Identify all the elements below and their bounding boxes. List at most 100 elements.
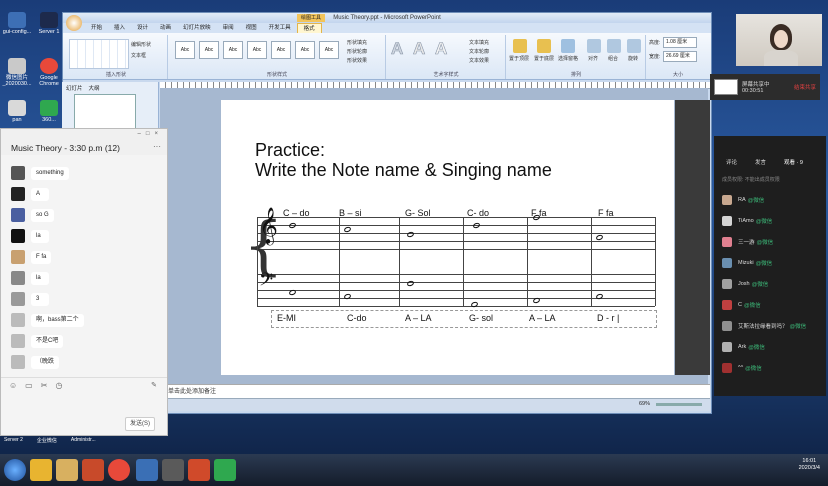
chat-input[interactable] (7, 393, 163, 417)
wordart-style-3[interactable]: A (435, 39, 448, 59)
avatar[interactable] (11, 208, 25, 222)
powerpoint-icon[interactable] (188, 459, 210, 481)
member-item[interactable]: RA @微信 (722, 194, 764, 206)
member-item[interactable]: C @微信 (722, 299, 761, 311)
avatar[interactable] (11, 250, 25, 264)
tab-developer[interactable]: 开发工具 (263, 23, 297, 33)
send-back-button[interactable]: 置于底层 (534, 55, 554, 62)
tab-format[interactable]: 格式 (296, 23, 322, 33)
shape-style-5[interactable]: Abc (271, 41, 291, 59)
window-controls[interactable]: –□× (138, 131, 163, 137)
desktop-icon-server1[interactable]: Server 1 (34, 12, 64, 35)
member-item[interactable]: Mizuki @微信 (722, 257, 772, 269)
note-label-top-1[interactable]: C – do (283, 208, 310, 218)
explorer-icon[interactable] (56, 459, 78, 481)
tab-home[interactable]: 开始 (85, 23, 108, 33)
shape-style-4[interactable]: Abc (247, 41, 267, 59)
text-outline-button[interactable]: 文本轮廓 (469, 48, 489, 55)
avatar[interactable] (11, 334, 25, 348)
tab-speak[interactable]: 发言 (755, 158, 766, 166)
member-item[interactable]: 三一游 @微信 (722, 236, 773, 248)
desktop-icon-360[interactable]: 360... (34, 100, 64, 123)
shape-style-6[interactable]: Abc (295, 41, 315, 59)
avatar[interactable] (11, 229, 25, 243)
app-icon[interactable] (136, 459, 158, 481)
shape-style-1[interactable]: Abc (175, 41, 195, 59)
tab-insert[interactable]: 插入 (108, 23, 131, 33)
tab-animation[interactable]: 动画 (154, 23, 177, 33)
rotate-button[interactable]: 旋转 (628, 55, 638, 62)
member-item[interactable]: Josh @微信 (722, 278, 768, 290)
zoom-level[interactable]: 69% (639, 401, 650, 407)
shape-gallery[interactable] (69, 39, 129, 69)
member-item[interactable]: Ark @微信 (722, 341, 765, 353)
avatar[interactable] (11, 271, 25, 285)
text-fill-button[interactable]: 文本填充 (469, 39, 489, 46)
shape-style-2[interactable]: Abc (199, 41, 219, 59)
office-button-icon[interactable] (66, 15, 82, 31)
avatar[interactable] (11, 355, 25, 369)
shape-effects-button[interactable]: 形状效果 (347, 57, 367, 64)
tab-slideshow[interactable]: 幻灯片放映 (177, 23, 217, 33)
shape-fill-button[interactable]: 形状填充 (347, 39, 367, 46)
edit-shape-button[interactable]: 编辑形状 (131, 41, 151, 48)
tab-view[interactable]: 视图 (240, 23, 263, 33)
selection-pane-button[interactable]: 选择窗格 (558, 55, 578, 62)
app-icon[interactable] (30, 459, 52, 481)
tab-comments[interactable]: 评论 (726, 158, 737, 166)
height-input[interactable]: 1.08 厘米 (663, 37, 697, 48)
stop-share-button[interactable]: 结束共享 (794, 83, 816, 91)
slide-canvas[interactable]: Practice: Write the Note name & Singing … (221, 100, 674, 375)
tab-design[interactable]: 设计 (131, 23, 154, 33)
align-button[interactable]: 对齐 (588, 55, 598, 62)
system-clock[interactable]: 16:01 2020/3/4 (799, 458, 820, 472)
slide-title[interactable]: Practice: Write the Note name & Singing … (255, 140, 552, 180)
slide-thumbnail[interactable] (74, 94, 136, 130)
bring-front-button[interactable]: 置于顶层 (509, 55, 529, 62)
wordart-style-2[interactable]: A (413, 39, 426, 59)
note-label-bottom-4[interactable]: G- sol (469, 313, 493, 323)
desktop-icon-chrome[interactable]: Google Chrome (34, 58, 64, 87)
member-item[interactable]: ^^ @微信 (722, 362, 762, 374)
text-effects-button[interactable]: 文本效果 (469, 57, 489, 64)
avatar[interactable] (11, 313, 25, 327)
wechat-icon[interactable] (214, 459, 236, 481)
chat-more-button[interactable]: ··· (153, 142, 161, 151)
avatar[interactable] (11, 187, 25, 201)
chrome-icon[interactable] (108, 459, 130, 481)
folder-icon[interactable]: ▭ (25, 381, 33, 390)
notes-pane[interactable]: 单击此处添加备注 (160, 384, 710, 398)
note-label-bottom-2[interactable]: C-do (347, 313, 367, 323)
note-label-top-2[interactable]: B – si (339, 208, 362, 218)
desktop-icon-gui-config[interactable]: gui-config... (2, 12, 32, 35)
shape-style-3[interactable]: Abc (223, 41, 243, 59)
note-label-top-6[interactable]: F fa (598, 208, 614, 218)
tab-outline[interactable]: 大纲 (89, 84, 100, 92)
tab-viewers[interactable]: 观看 · 9 (784, 158, 803, 166)
avatar[interactable] (11, 292, 25, 306)
send-button[interactable]: 发送(S) (125, 417, 155, 431)
start-button-icon[interactable] (4, 459, 26, 481)
note-label-bottom-1[interactable]: E-MI (277, 313, 296, 323)
group-button[interactable]: 组合 (608, 55, 618, 62)
emoji-icon[interactable]: ☺ (9, 381, 17, 390)
tab-slides[interactable]: 幻灯片 (66, 84, 83, 92)
wordart-style-1[interactable]: A (391, 39, 404, 59)
shape-outline-button[interactable]: 形状轮廓 (347, 48, 367, 55)
shape-style-7[interactable]: Abc (319, 41, 339, 59)
desktop-icon-pan[interactable]: pan (2, 100, 32, 123)
note-label-top-3[interactable]: G- Sol (405, 208, 431, 218)
note-label-bottom-6[interactable]: D - r | (597, 313, 619, 323)
note-label-top-4[interactable]: C- do (467, 208, 489, 218)
avatar[interactable] (11, 166, 25, 180)
textbox-button[interactable]: 文本框 (131, 52, 146, 59)
tab-review[interactable]: 审阅 (217, 23, 240, 33)
media-player-icon[interactable] (82, 459, 104, 481)
zoom-slider[interactable] (656, 403, 702, 406)
note-label-bottom-5[interactable]: A – LA (529, 313, 556, 323)
chat-record-icon[interactable]: ✎ (151, 381, 157, 389)
note-label-bottom-3[interactable]: A – LA (405, 313, 432, 323)
history-icon[interactable]: ◷ (55, 381, 62, 390)
width-input[interactable]: 26.69 厘米 (663, 51, 697, 62)
desktop-icon-image[interactable]: 微信图片_2020030... (2, 58, 32, 87)
